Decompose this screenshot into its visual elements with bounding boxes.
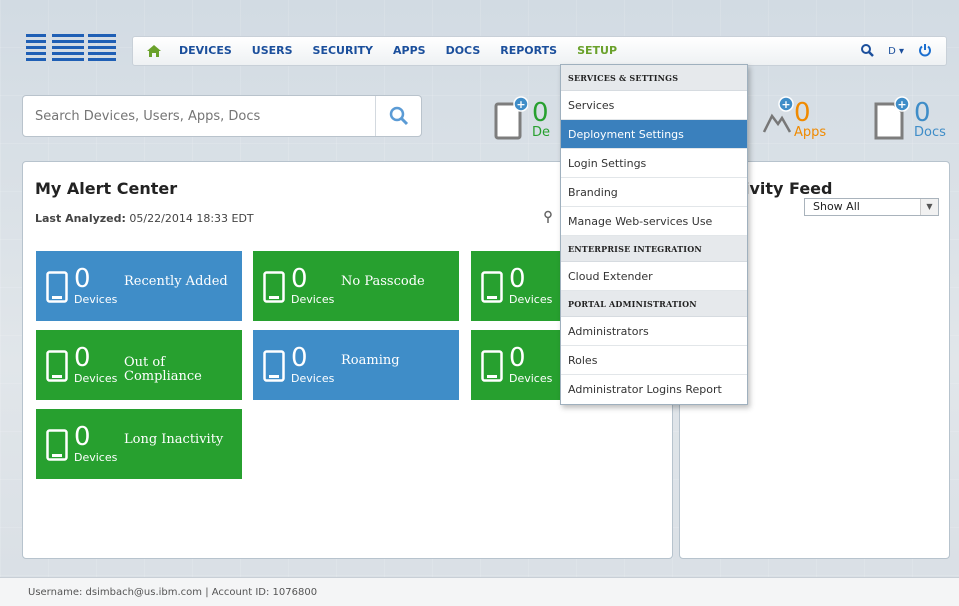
tile-label: Long Inactivity	[124, 432, 224, 447]
nav-apps[interactable]: APPS	[383, 36, 436, 66]
nav-users[interactable]: USERS	[242, 36, 303, 66]
devices-counter[interactable]: + 0 De	[494, 96, 550, 140]
menu-item-deployment-settings[interactable]: Deployment Settings	[561, 120, 747, 149]
device-icon	[263, 350, 285, 382]
device-icon	[481, 350, 503, 382]
tile-hidden-1[interactable]: 0 Devices	[471, 251, 567, 321]
docs-add-icon: +	[874, 96, 910, 140]
global-search	[22, 95, 422, 137]
menu-item-manage-web-services[interactable]: Manage Web-services Use	[561, 207, 747, 236]
tile-count: 0	[74, 343, 91, 373]
menu-section-portal-administration: PORTAL ADMINISTRATION	[561, 291, 747, 317]
tile-unit: Devices	[74, 372, 118, 385]
device-icon	[481, 271, 503, 303]
docs-counter-label: Docs	[914, 125, 946, 140]
tile-no-passcode[interactable]: 0 Devices No Passcode	[253, 251, 459, 321]
location-pin-icon[interactable]	[543, 210, 553, 224]
tile-count: 0	[74, 422, 91, 452]
docs-count: 0	[914, 98, 931, 128]
apps-add-icon: +	[762, 96, 794, 133]
chevron-down-icon: ▼	[920, 199, 938, 215]
device-icon	[263, 271, 285, 303]
tile-label: No Passcode	[341, 274, 425, 289]
tile-long-inactivity[interactable]: 0 Devices Long Inactivity	[36, 409, 242, 479]
svg-text:+: +	[897, 98, 906, 111]
tile-count: 0	[509, 264, 526, 294]
search-input[interactable]	[23, 97, 375, 135]
magnifier-icon	[389, 106, 408, 126]
menu-section-enterprise-integration: ENTERPRISE INTEGRATION	[561, 236, 747, 262]
device-icon	[46, 271, 68, 303]
svg-text:+: +	[516, 98, 525, 111]
tile-count: 0	[509, 343, 526, 373]
tile-recently-added[interactable]: 0 Devices Recently Added	[36, 251, 242, 321]
device-icon	[46, 350, 68, 382]
apps-count: 0	[794, 98, 811, 128]
main-nav: DEVICES USERS SECURITY APPS DOCS REPORTS…	[132, 36, 947, 66]
footer-account-info: Username: dsimbach@us.ibm.com | Account …	[0, 577, 959, 606]
tile-unit: Devices	[74, 451, 118, 464]
devices-counter-label: De	[532, 125, 551, 140]
activity-feed-title: ivity Feed	[744, 179, 833, 198]
nav-setup[interactable]: SETUP	[567, 36, 627, 66]
menu-item-login-settings[interactable]: Login Settings	[561, 149, 747, 178]
menu-item-admin-logins-report[interactable]: Administrator Logins Report	[561, 375, 747, 404]
tile-count: 0	[74, 264, 91, 294]
nav-right-tools: D ▾	[861, 42, 946, 61]
user-menu[interactable]: D ▾	[888, 46, 904, 57]
tile-unit: Devices	[74, 293, 118, 306]
apps-counter[interactable]: + 0 Apps	[760, 96, 826, 140]
devices-count: 0	[532, 98, 549, 128]
menu-item-cloud-extender[interactable]: Cloud Extender	[561, 262, 747, 291]
svg-text:+: +	[781, 98, 790, 111]
tile-count: 0	[291, 343, 308, 373]
menu-item-administrators[interactable]: Administrators	[561, 317, 747, 346]
feed-filter-select[interactable]: Show All ▼	[804, 198, 939, 216]
ibm-logo[interactable]: IBM	[26, 30, 118, 68]
nav-devices[interactable]: DEVICES	[169, 36, 242, 66]
tile-label: Out of Compliance	[124, 355, 202, 384]
search-button[interactable]	[375, 96, 421, 136]
search-icon[interactable]	[861, 42, 874, 61]
home-icon[interactable]	[139, 44, 169, 58]
menu-item-roles[interactable]: Roles	[561, 346, 747, 375]
alert-center-title: My Alert Center	[35, 179, 178, 198]
feed-filter-value: Show All	[813, 200, 860, 213]
menu-item-branding[interactable]: Branding	[561, 178, 747, 207]
setup-dropdown-menu: SERVICES & SETTINGS Services Deployment …	[560, 64, 748, 405]
device-icon	[46, 429, 68, 461]
tile-out-of-compliance[interactable]: 0 Devices Out of Compliance	[36, 330, 242, 400]
nav-reports[interactable]: REPORTS	[490, 36, 567, 66]
power-icon[interactable]	[918, 42, 932, 61]
last-analyzed: Last Analyzed: 05/22/2014 18:33 EDT	[35, 212, 254, 225]
tile-count: 0	[291, 264, 308, 294]
tile-unit: Devices	[509, 293, 553, 306]
tile-unit: Devices	[291, 372, 335, 385]
devices-add-icon: +	[494, 96, 528, 140]
tile-hidden-2[interactable]: 0 Devices	[471, 330, 567, 400]
tile-unit: Devices	[509, 372, 553, 385]
docs-counter[interactable]: + 0 Docs	[872, 96, 946, 140]
tile-unit: Devices	[291, 293, 335, 306]
nav-docs[interactable]: DOCS	[436, 36, 491, 66]
apps-counter-label: Apps	[794, 125, 827, 140]
menu-item-services[interactable]: Services	[561, 91, 747, 120]
menu-section-services-settings: SERVICES & SETTINGS	[561, 65, 747, 91]
nav-security[interactable]: SECURITY	[303, 36, 383, 66]
tile-roaming[interactable]: 0 Devices Roaming	[253, 330, 459, 400]
tile-label: Recently Added	[124, 274, 228, 289]
tile-label: Roaming	[341, 353, 400, 368]
